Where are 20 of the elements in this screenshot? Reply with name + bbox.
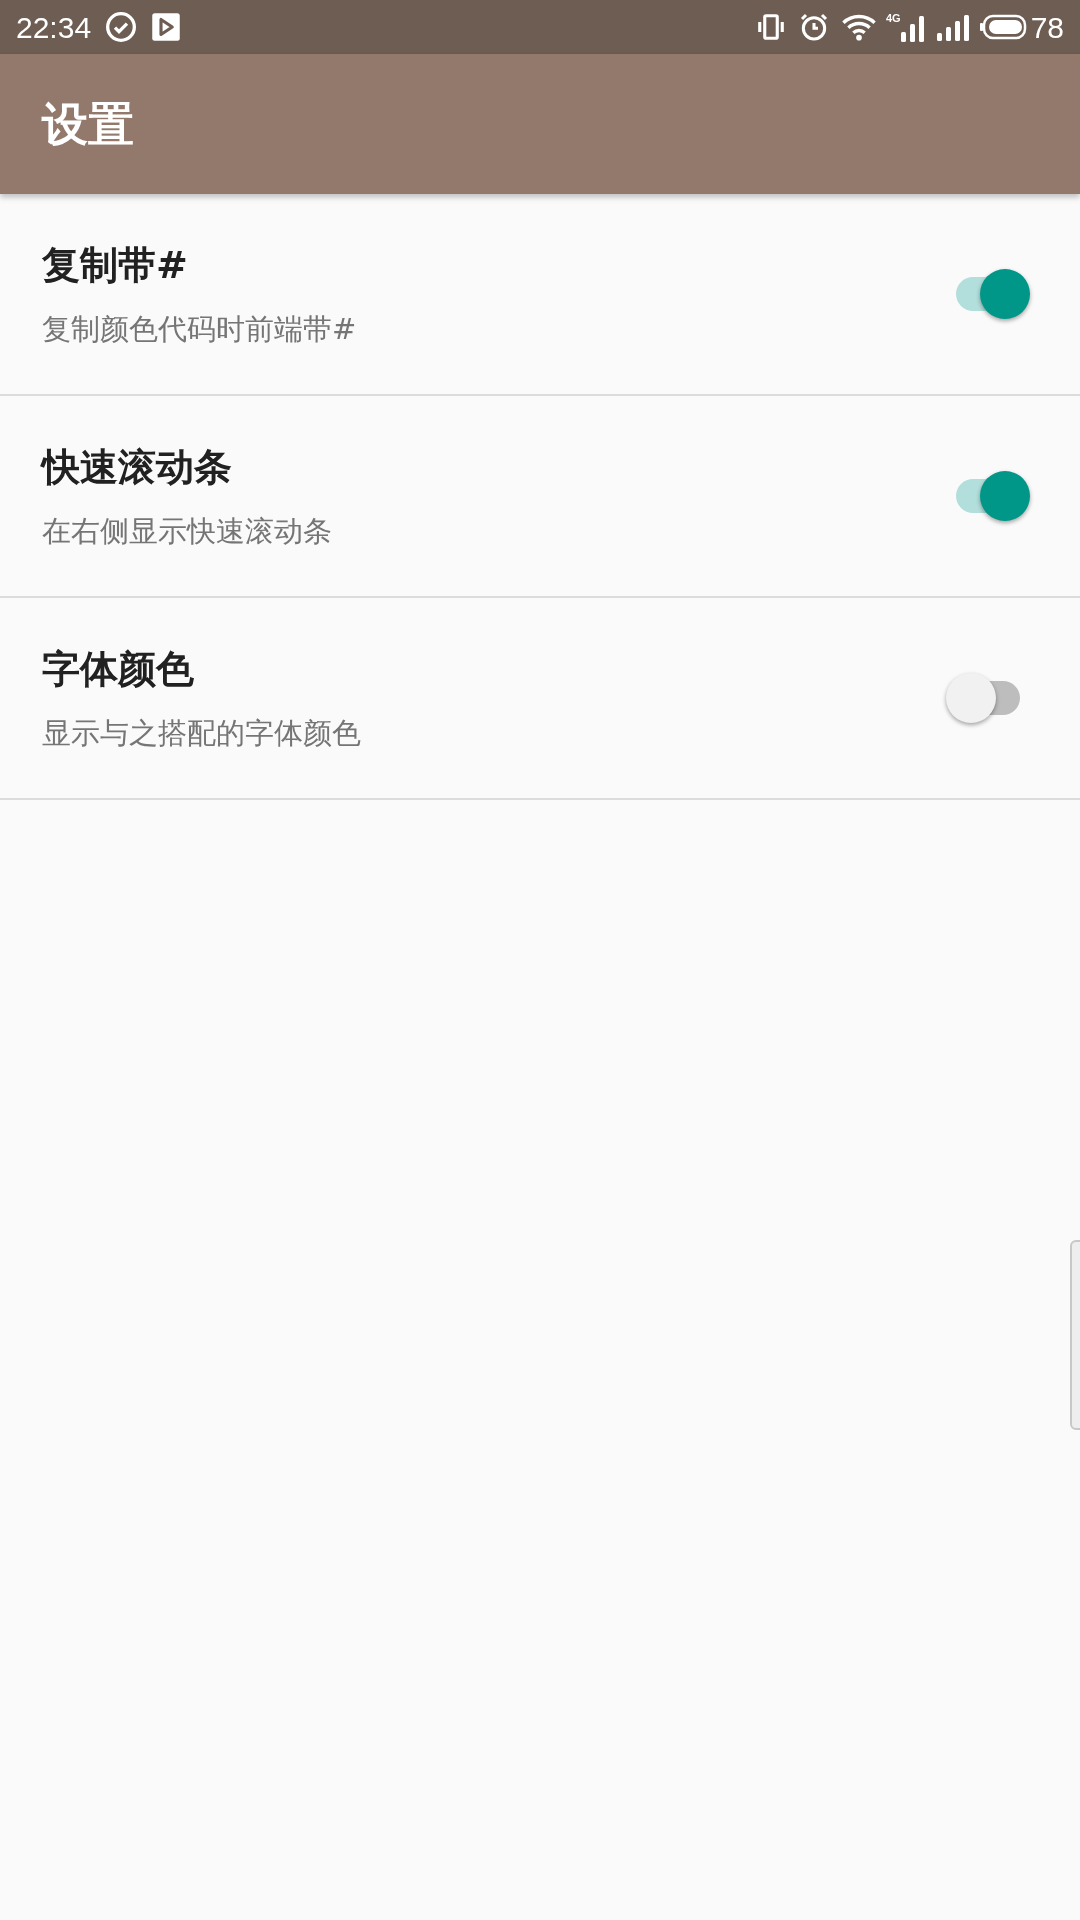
status-time: 22:34 bbox=[16, 9, 92, 46]
signal-icon bbox=[900, 13, 925, 42]
vibrate-icon bbox=[755, 12, 786, 42]
wifi-icon bbox=[841, 12, 876, 42]
setting-title: 快速滚动条 bbox=[42, 443, 233, 491]
check-circle-icon bbox=[105, 11, 138, 43]
setting-title: 字体颜色 bbox=[42, 645, 195, 693]
battery-icon bbox=[978, 14, 1027, 40]
setting-summary: 显示与之搭配的字体颜色 bbox=[42, 714, 362, 752]
setting-title: 复制带# bbox=[42, 241, 189, 289]
signal-icon bbox=[936, 13, 971, 41]
setting-summary: 在右侧显示快速滚动条 bbox=[42, 512, 333, 550]
setting-summary: 复制颜色代码时前端带# bbox=[42, 310, 358, 348]
setting-row[interactable]: 字体颜色 显示与之搭配的字体颜色 bbox=[0, 598, 1080, 800]
app-bar-title: 设置 bbox=[42, 95, 134, 153]
play-icon bbox=[151, 12, 182, 42]
setting-row[interactable]: 快速滚动条 在右侧显示快速滚动条 bbox=[0, 396, 1080, 598]
battery-level: 78 bbox=[1030, 9, 1064, 46]
network-type: 4G bbox=[885, 12, 901, 24]
setting-row[interactable]: 复制带# 复制颜色代码时前端带# bbox=[0, 194, 1080, 396]
